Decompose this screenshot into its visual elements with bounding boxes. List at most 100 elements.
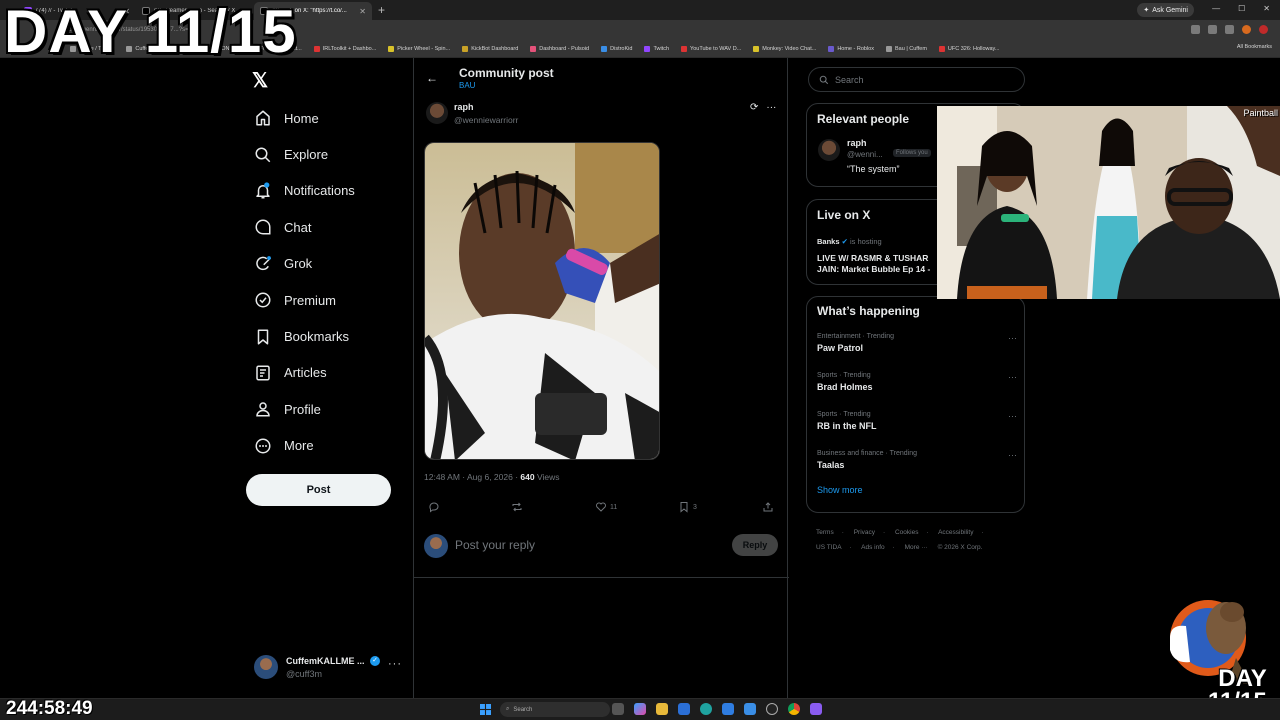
trend-item[interactable]: Sports · Trending Brad Holmes ··· xyxy=(817,372,1017,408)
bookmark-item[interactable]: IRLToolkit + Dashbo... xyxy=(313,45,376,52)
nav-item-profile[interactable]: Profile xyxy=(250,391,355,427)
store-icon[interactable] xyxy=(722,703,734,715)
x-logo-icon[interactable]: 𝕏 xyxy=(252,68,268,93)
more-icon xyxy=(255,438,271,454)
profile-avatar-icon[interactable] xyxy=(1259,25,1268,34)
obs-icon[interactable] xyxy=(766,703,778,715)
more-options-icon[interactable]: ··· xyxy=(1008,411,1017,421)
maximize-icon[interactable]: ☐ xyxy=(1238,4,1245,13)
post-button[interactable]: Post xyxy=(246,474,391,506)
bookmark-icon xyxy=(828,45,835,52)
copilot-icon[interactable] xyxy=(634,703,646,715)
avatar[interactable] xyxy=(818,139,840,161)
extension-icon[interactable] xyxy=(1191,25,1200,34)
task-view-icon[interactable] xyxy=(612,703,624,715)
trend-item[interactable]: Entertainment · Trending Paw Patrol ··· xyxy=(817,333,1017,369)
footer-link[interactable]: Terms xyxy=(816,529,834,536)
taskbar-search[interactable]: ⌕ Search xyxy=(500,702,610,717)
bookmark-action[interactable]: 3 xyxy=(678,501,697,513)
mail-icon[interactable] xyxy=(744,703,756,715)
trend-item[interactable]: Business and finance · Trending Taalas ·… xyxy=(817,450,1017,486)
footer-link[interactable]: Cookies xyxy=(895,529,918,536)
file-explorer-icon[interactable] xyxy=(656,703,668,715)
nav-item-more[interactable]: More xyxy=(250,428,355,464)
nav-item-articles[interactable]: Articles xyxy=(250,355,355,391)
day-counter-overlay: DAY 11/15 xyxy=(4,0,297,65)
repost-action[interactable] xyxy=(511,501,523,513)
more-options-icon[interactable]: ··· xyxy=(388,658,402,670)
post-media[interactable] xyxy=(424,142,660,460)
follows-you-badge: Follows you xyxy=(893,149,931,157)
footer-link[interactable]: More ··· xyxy=(905,544,928,551)
nav-item-grok[interactable]: Grok xyxy=(250,246,355,282)
live-stream-title[interactable]: LIVE W/ RASMR & TUSHAR JAIN: Market Bubb… xyxy=(817,253,947,276)
bookmark-item[interactable]: Dashboard - Pulsoid xyxy=(530,45,589,52)
share-action[interactable] xyxy=(762,501,774,513)
bookmark-item[interactable]: DistroKid xyxy=(601,45,632,52)
more-options-icon[interactable]: ··· xyxy=(1008,450,1017,460)
bookmark-icon xyxy=(644,45,651,52)
nav-item-home[interactable]: Home xyxy=(250,100,355,136)
bookmark-item[interactable]: Bau | Cuffem xyxy=(886,45,927,52)
extension-icon[interactable] xyxy=(1225,25,1234,34)
nav-item-premium[interactable]: Premium xyxy=(250,282,355,318)
nav-item-notifications[interactable]: Notifications xyxy=(250,173,355,209)
bookmark-icon xyxy=(462,45,469,52)
post-timestamp: 12:48 AM · Aug 6, 2026 · 640 Views xyxy=(424,472,560,482)
nav-item-chat[interactable]: Chat xyxy=(250,209,355,245)
grok-explain-icon[interactable]: ⟳ xyxy=(750,102,758,113)
ask-gemini-button[interactable]: ✦ Ask Gemini xyxy=(1137,3,1194,17)
like-action[interactable]: 11 xyxy=(595,501,617,513)
trend-item[interactable]: Sports · Trending RB in the NFL ··· xyxy=(817,411,1017,447)
footer-link[interactable]: Ads info xyxy=(861,544,885,551)
heart-icon xyxy=(596,502,606,512)
views-count: 640 xyxy=(520,472,535,482)
author-handle[interactable]: @wenniewarriorr xyxy=(454,115,518,125)
author-name[interactable]: raph xyxy=(454,102,474,112)
extension-icon[interactable] xyxy=(1208,25,1217,34)
search-input[interactable]: Search xyxy=(808,67,1025,92)
nav-item-bookmarks[interactable]: Bookmarks xyxy=(250,318,355,354)
show-more-link[interactable]: Show more xyxy=(817,485,863,495)
more-options-icon[interactable]: ··· xyxy=(766,102,776,113)
close-window-icon[interactable]: ✕ xyxy=(1263,4,1270,13)
nav-item-explore[interactable]: Explore xyxy=(250,136,355,172)
search-icon: ⌕ xyxy=(506,706,510,712)
footer-link[interactable]: Privacy xyxy=(854,529,875,536)
bookmark-item[interactable]: UFC 326: Holloway... xyxy=(938,45,999,52)
reply-action[interactable] xyxy=(428,501,440,513)
all-bookmarks[interactable]: All Bookmarks xyxy=(1237,44,1272,50)
minimize-icon[interactable]: — xyxy=(1212,4,1220,13)
bookmark-item[interactable]: Monkey: Video Chat... xyxy=(753,45,816,52)
extension-icons xyxy=(1191,25,1268,34)
chrome-icon[interactable] xyxy=(788,703,800,715)
media-app-icon[interactable] xyxy=(678,703,690,715)
reply-button[interactable]: Reply xyxy=(732,534,778,556)
bookmark-item[interactable]: KickBot Dashboard xyxy=(462,45,518,52)
reply-input[interactable]: Post your reply xyxy=(455,538,535,552)
webcam-label: Paintball xyxy=(1243,108,1278,118)
bookmark-item[interactable]: YouTube to WAV D... xyxy=(681,45,741,52)
footer-links: Terms · Privacy · Cookies · Accessibility · … xyxy=(816,529,984,551)
verified-badge-icon: ✓ xyxy=(370,656,380,666)
new-tab-icon[interactable]: + xyxy=(378,3,385,17)
extension-icon[interactable] xyxy=(1242,25,1251,34)
back-arrow-icon[interactable]: ← xyxy=(426,71,438,85)
bookmark-item[interactable]: Twitch xyxy=(644,45,669,52)
person-name[interactable]: raph xyxy=(847,138,867,148)
edge-icon[interactable] xyxy=(700,703,712,715)
bookmark-icon xyxy=(886,45,892,52)
bookmark-item[interactable]: Picker Wheel - Spin... xyxy=(388,45,450,52)
more-options-icon[interactable]: ··· xyxy=(1008,333,1017,343)
account-switcher[interactable]: CuffemKALLME ... ✓ @cuff3m ··· xyxy=(254,655,404,683)
windows-start-icon[interactable] xyxy=(480,704,491,715)
live-host[interactable]: Banks ✔ is hosting xyxy=(817,237,882,246)
footer-region: US TIDA xyxy=(816,544,842,551)
more-options-icon[interactable]: ··· xyxy=(1008,372,1017,382)
app-icon[interactable] xyxy=(810,703,822,715)
footer-link[interactable]: Accessibility xyxy=(938,529,973,536)
author-avatar[interactable] xyxy=(426,102,448,124)
close-tab-icon[interactable]: ✕ xyxy=(359,7,366,16)
community-link[interactable]: BAU xyxy=(459,81,475,90)
bookmark-item[interactable]: Home - Roblox xyxy=(828,45,874,52)
